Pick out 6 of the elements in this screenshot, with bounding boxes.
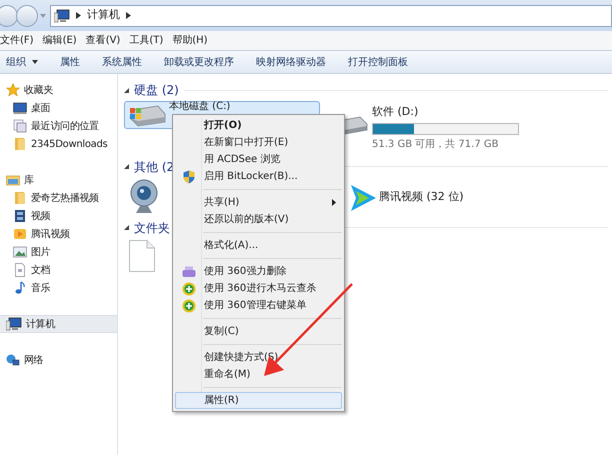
app-label: 腾讯视频 (32 位) xyxy=(379,189,464,206)
section-header: 文件夹 xyxy=(134,220,170,236)
section-header: 硬盘 (2) xyxy=(134,82,179,99)
drive-label: 本地磁盘 (C:) xyxy=(169,101,230,113)
drive-label: 软件 (D:) xyxy=(372,104,420,120)
free-space-text: 51.3 GB 可用，共 71.7 GB xyxy=(372,138,500,152)
